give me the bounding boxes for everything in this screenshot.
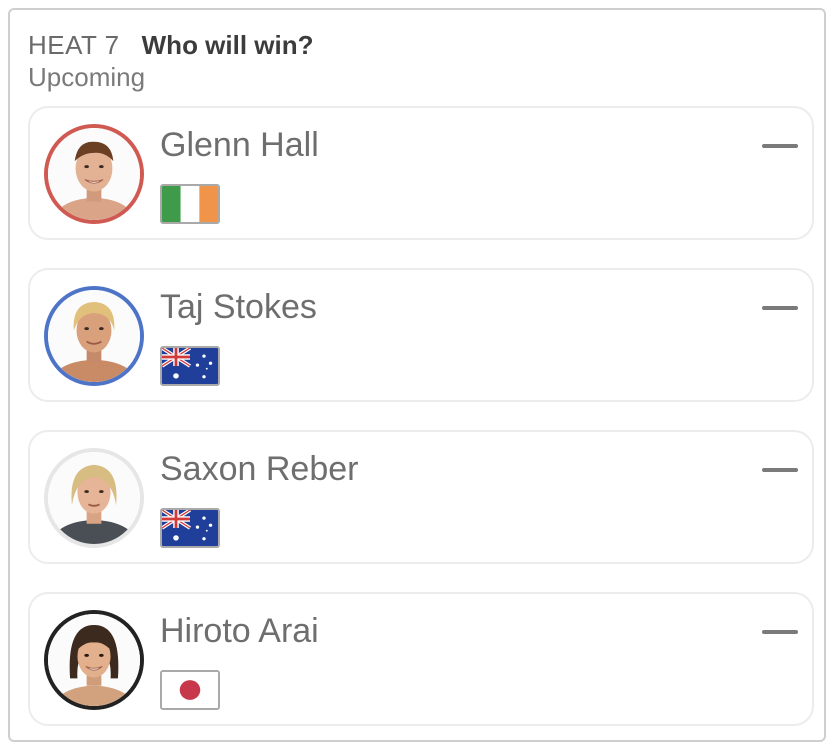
australia-flag-icon bbox=[160, 346, 220, 386]
surfer-row-glenn-hall[interactable]: Glenn Hall bbox=[28, 106, 814, 240]
prediction-question: Who will win? bbox=[141, 30, 314, 60]
avatar bbox=[44, 448, 144, 548]
surfer-row-saxon-reber[interactable]: Saxon Reber bbox=[28, 430, 814, 564]
surfer-name: Saxon Reber bbox=[160, 450, 359, 488]
avatar bbox=[44, 286, 144, 386]
surfer-row-taj-stokes[interactable]: Taj Stokes bbox=[28, 268, 814, 402]
prediction-placeholder-dash bbox=[762, 468, 798, 472]
surfer-name: Taj Stokes bbox=[160, 288, 317, 326]
heat-label: HEAT 7 bbox=[28, 30, 120, 60]
japan-flag-icon bbox=[160, 670, 220, 710]
avatar bbox=[44, 124, 144, 224]
surfer-photo-icon bbox=[48, 452, 140, 544]
surfer-photo-icon bbox=[48, 290, 140, 382]
surfer-row-hiroto-arai[interactable]: Hiroto Arai bbox=[28, 592, 814, 726]
surfer-photo-icon bbox=[48, 614, 140, 706]
prediction-placeholder-dash bbox=[762, 630, 798, 634]
heat-header: HEAT 7 Who will win? bbox=[28, 30, 314, 61]
heat-card: HEAT 7 Who will win? Upcoming Glenn Hall bbox=[8, 8, 826, 742]
surfer-photo-icon bbox=[48, 128, 140, 220]
heat-status: Upcoming bbox=[28, 62, 146, 92]
prediction-placeholder-dash bbox=[762, 306, 798, 310]
ireland-flag-icon bbox=[160, 184, 220, 224]
prediction-placeholder-dash bbox=[762, 144, 798, 148]
surfer-name: Hiroto Arai bbox=[160, 612, 319, 650]
australia-flag-icon bbox=[160, 508, 220, 548]
avatar bbox=[44, 610, 144, 710]
surfer-name: Glenn Hall bbox=[160, 126, 319, 164]
